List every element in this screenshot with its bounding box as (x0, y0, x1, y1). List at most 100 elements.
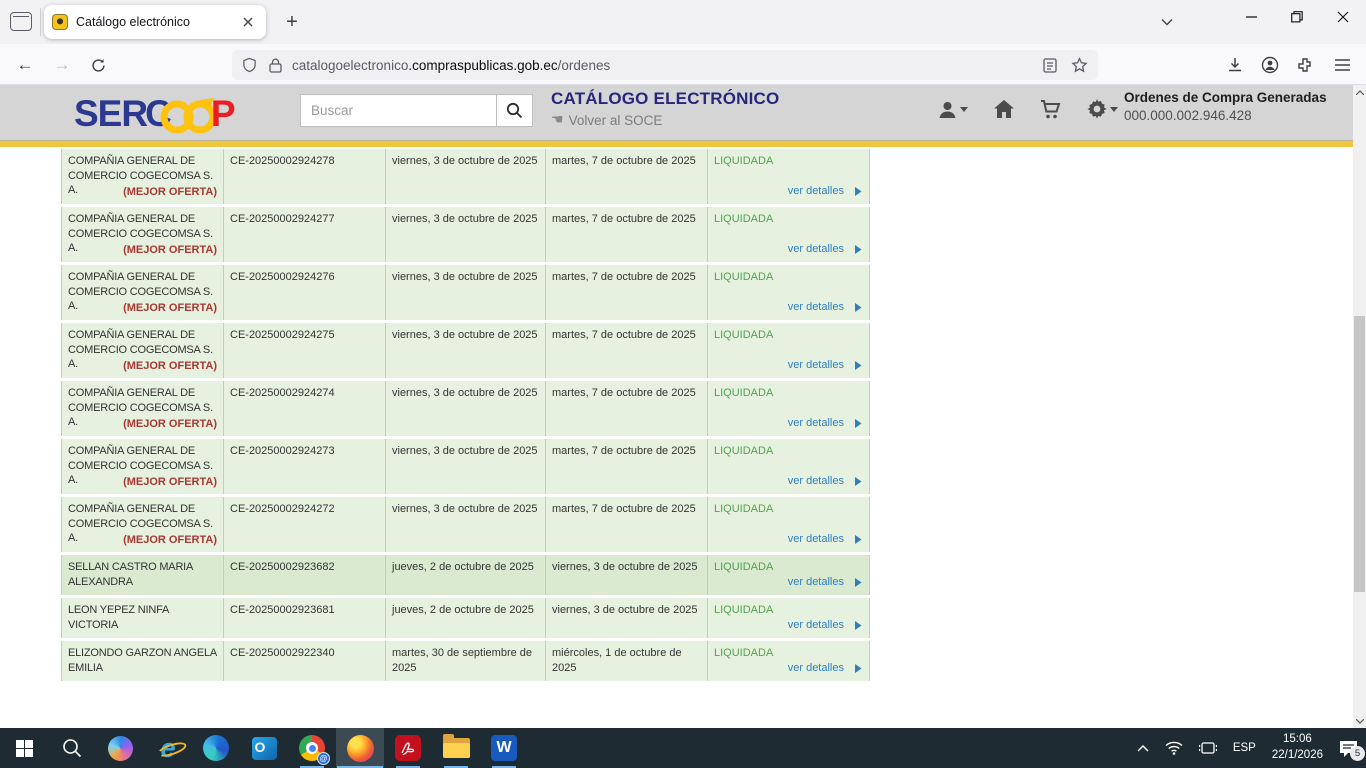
cart-button[interactable] (1040, 100, 1061, 119)
issue-date-cell: viernes, 3 de octubre de 2025 (386, 207, 546, 262)
status-cell: LIQUIDADA ver detalles (708, 381, 870, 436)
provider-cell: COMPAÑIA GENERAL DE COMERCIO COGECOMSA S… (62, 381, 224, 436)
connect-display-icon[interactable] (1199, 741, 1217, 755)
outlook-icon (252, 737, 277, 760)
acrobat-button[interactable] (384, 728, 432, 768)
search-input[interactable] (300, 94, 496, 127)
scroll-down-icon[interactable] (1353, 714, 1366, 728)
scrollbar-thumb[interactable] (1354, 316, 1365, 592)
issue-date-cell: martes, 30 de septiembre de 2025 (386, 641, 546, 681)
ver-detalles-link[interactable]: ver detalles (788, 358, 862, 373)
clock[interactable]: 15:06 22/1/2026 (1272, 732, 1323, 763)
best-offer-badge: (MEJOR OFERTA) (123, 185, 217, 200)
status-cell: LIQUIDADA ver detalles (708, 497, 870, 552)
browser-tab[interactable]: Catálogo electrónico (44, 5, 266, 39)
internet-explorer-button[interactable]: e (144, 728, 192, 768)
logo-text-ser: SER (74, 93, 147, 135)
reader-mode-icon[interactable] (1043, 58, 1057, 73)
arrow-right-icon (849, 477, 862, 486)
sercop-logo[interactable]: SERC P (74, 92, 235, 136)
provider-cell: COMPAÑIA GENERAL DE COMERCIO COGECOMSA S… (62, 149, 224, 204)
url-bar[interactable]: catalogoelectronico.compraspublicas.gob.… (232, 50, 1098, 80)
lock-icon[interactable] (269, 58, 282, 73)
tray-chevron-up-icon[interactable] (1137, 745, 1149, 752)
tab-close-icon[interactable] (238, 12, 258, 32)
restore-button[interactable] (1274, 0, 1320, 34)
search-icon (506, 102, 523, 119)
menu-hamburger-icon[interactable] (1328, 51, 1356, 79)
settings-menu-button[interactable] (1087, 99, 1118, 119)
language-indicator[interactable]: ESP (1233, 742, 1256, 754)
ver-detalles-link[interactable]: ver detalles (788, 474, 862, 489)
issue-date-cell: viernes, 3 de octubre de 2025 (386, 381, 546, 436)
back-icon[interactable]: ← (12, 52, 38, 78)
extensions-puzzle-icon[interactable] (1291, 51, 1319, 79)
scroll-up-icon[interactable] (1353, 85, 1366, 99)
downloads-icon[interactable] (1221, 51, 1249, 79)
header-accent-bar (0, 140, 1366, 147)
provider-cell: COMPAÑIA GENERAL DE COMERCIO COGECOMSA S… (62, 207, 224, 262)
status-cell: LIQUIDADA ver detalles (708, 555, 870, 595)
firefox-view-icon[interactable] (10, 12, 32, 31)
account-icon[interactable] (1256, 51, 1284, 79)
table-row: COMPAÑIA GENERAL DE COMERCIO COGECOMSA S… (61, 497, 870, 552)
volver-al-soce-link[interactable]: ☚ Volver al SOCE (551, 112, 779, 128)
window-close-button[interactable] (1320, 0, 1366, 34)
wifi-icon[interactable] (1165, 741, 1183, 755)
logo-text-p: P (211, 93, 235, 135)
ver-detalles-link[interactable]: ver detalles (788, 661, 862, 676)
page-scrollbar[interactable] (1353, 85, 1366, 728)
delivery-date-cell: viernes, 3 de octubre de 2025 (546, 598, 708, 638)
ver-detalles-link[interactable]: ver detalles (788, 416, 862, 431)
copilot-button[interactable] (96, 728, 144, 768)
status-badge: LIQUIDADA (714, 647, 773, 659)
ver-detalles-link[interactable]: ver detalles (788, 618, 862, 633)
tracking-shield-icon[interactable] (242, 57, 257, 73)
firefox-icon (347, 735, 374, 762)
forward-icon[interactable]: → (49, 52, 75, 78)
tab-favicon-icon (52, 14, 68, 30)
outlook-button[interactable] (240, 728, 288, 768)
best-offer-badge: (MEJOR OFERTA) (123, 533, 217, 548)
status-cell: LIQUIDADA ver detalles (708, 439, 870, 494)
issue-date-cell: viernes, 3 de octubre de 2025 (386, 265, 546, 320)
table-row: COMPAÑIA GENERAL DE COMERCIO COGECOMSA S… (61, 381, 870, 436)
start-button[interactable] (0, 728, 48, 768)
status-badge: LIQUIDADA (714, 503, 773, 515)
delivery-date-cell: martes, 7 de octubre de 2025 (546, 207, 708, 262)
ver-detalles-link[interactable]: ver detalles (788, 300, 862, 315)
issue-date-cell: viernes, 3 de octubre de 2025 (386, 149, 546, 204)
firefox-button[interactable] (336, 728, 384, 768)
arrow-right-icon (849, 361, 862, 370)
chrome-profile-badge: @ (317, 752, 330, 765)
order-code-cell: CE-20250002922340 (224, 641, 386, 681)
chrome-button[interactable]: @ (288, 728, 336, 768)
bookmark-star-icon[interactable] (1071, 57, 1088, 73)
delivery-date-cell: martes, 7 de octubre de 2025 (546, 439, 708, 494)
new-tab-button[interactable]: + (278, 8, 306, 36)
minimize-button[interactable] (1228, 0, 1274, 34)
edge-button[interactable] (192, 728, 240, 768)
provider-cell: SELLAN CASTRO MARIA ALEXANDRA (62, 555, 224, 595)
ver-detalles-link[interactable]: ver detalles (788, 532, 862, 547)
order-code-cell: CE-20250002923682 (224, 555, 386, 595)
list-tabs-chevron-icon[interactable] (1152, 10, 1182, 34)
search-button[interactable] (496, 94, 533, 127)
word-button[interactable]: W (480, 728, 528, 768)
taskbar-search-button[interactable] (48, 728, 96, 768)
home-button[interactable] (994, 100, 1014, 118)
ver-detalles-link[interactable]: ver detalles (788, 242, 862, 257)
url-text[interactable]: catalogoelectronico.compraspublicas.gob.… (292, 58, 1043, 73)
user-menu-button[interactable] (938, 100, 968, 119)
chevron-down-icon (960, 107, 968, 112)
issue-date-cell: viernes, 3 de octubre de 2025 (386, 323, 546, 378)
reload-icon[interactable] (85, 52, 111, 78)
table-row: COMPAÑIA GENERAL DE COMERCIO COGECOMSA S… (61, 149, 870, 204)
clock-date: 22/1/2026 (1272, 748, 1323, 764)
ver-detalles-link[interactable]: ver detalles (788, 184, 862, 199)
status-badge: LIQUIDADA (714, 329, 773, 341)
file-explorer-button[interactable] (432, 728, 480, 768)
ver-detalles-link[interactable]: ver detalles (788, 575, 862, 590)
action-center-button[interactable]: 5 (1339, 740, 1358, 757)
status-cell: LIQUIDADA ver detalles (708, 207, 870, 262)
